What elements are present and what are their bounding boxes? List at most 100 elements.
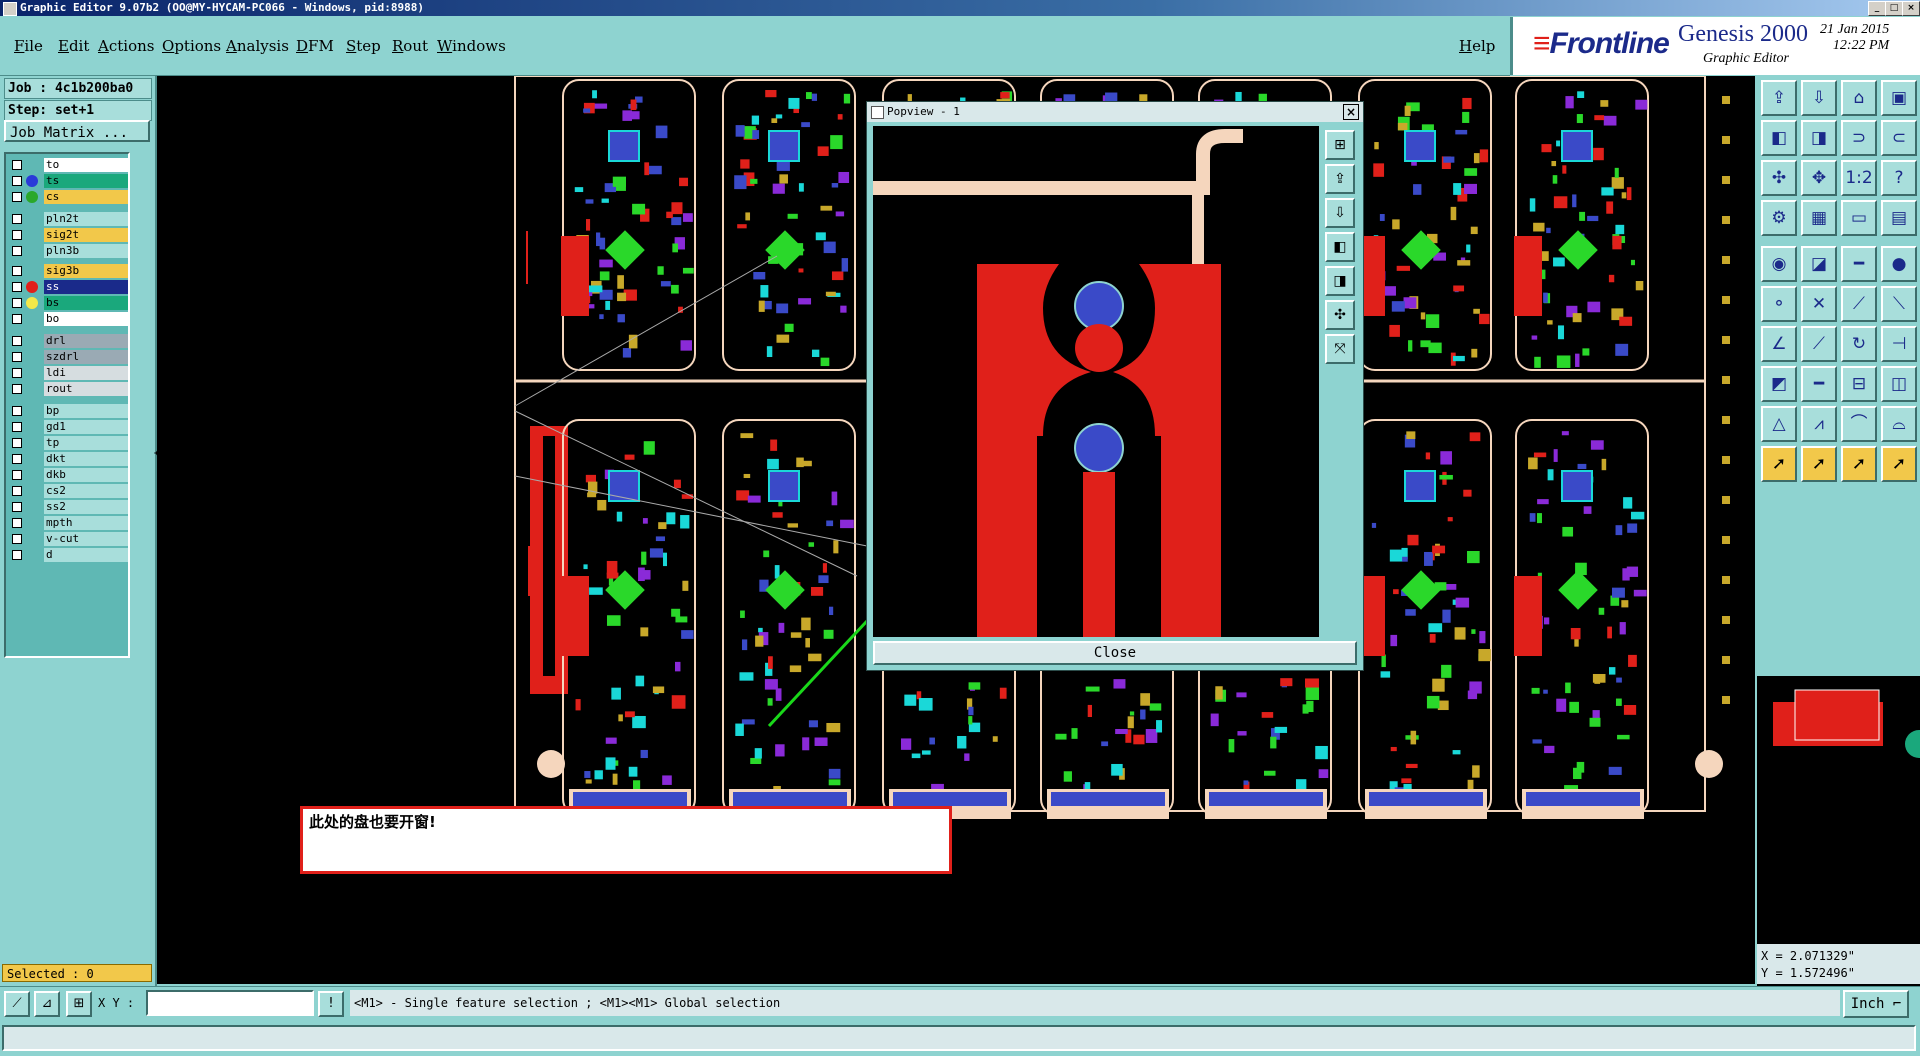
layer-row[interactable]: ldi bbox=[8, 366, 128, 380]
layer-name[interactable]: bs bbox=[44, 296, 128, 310]
layer-row[interactable]: to bbox=[8, 158, 128, 172]
layer-row[interactable]: szdrl bbox=[8, 350, 128, 364]
measure-icon[interactable]: ⊿ bbox=[34, 991, 60, 1017]
layer-checkbox[interactable] bbox=[12, 368, 22, 378]
pan-right-icon[interactable]: ◨ bbox=[1801, 120, 1837, 156]
layer-row[interactable]: v-cut bbox=[8, 532, 128, 546]
layer-row[interactable]: pln3b bbox=[8, 244, 128, 258]
layer-checkbox[interactable] bbox=[12, 266, 22, 276]
pop-center-icon[interactable]: ✣ bbox=[1325, 300, 1355, 330]
save-icon[interactable]: ⇩ bbox=[1801, 80, 1837, 116]
bridge-icon[interactable]: ⌒ bbox=[1841, 406, 1877, 442]
pad-icon[interactable]: ◉ bbox=[1761, 246, 1797, 282]
unit-selector[interactable]: Inch ⌐ bbox=[1843, 990, 1909, 1018]
layer-row[interactable]: sig3b bbox=[8, 264, 128, 278]
layers-icon[interactable]: ▤ bbox=[1881, 200, 1917, 236]
layer-name[interactable]: v-cut bbox=[44, 532, 128, 546]
menu-edit[interactable]: Edit bbox=[58, 37, 89, 55]
draw-line-icon[interactable]: ∠ bbox=[1761, 326, 1797, 362]
menu-windows[interactable]: Windows bbox=[437, 37, 506, 55]
align-icon[interactable]: ⊟ bbox=[1841, 366, 1877, 402]
maximize-button[interactable]: □ bbox=[1885, 1, 1903, 16]
layer-row[interactable]: bs bbox=[8, 296, 128, 310]
popview-close-icon[interactable]: × bbox=[1343, 104, 1359, 120]
layer-checkbox[interactable] bbox=[12, 502, 22, 512]
pop-pan-left-icon[interactable]: ◧ bbox=[1325, 232, 1355, 262]
layer-checkbox[interactable] bbox=[12, 176, 22, 186]
layer-name[interactable]: cs2 bbox=[44, 484, 128, 498]
layer-checkbox[interactable] bbox=[12, 160, 22, 170]
layer-row[interactable]: bp bbox=[8, 404, 128, 418]
slash-icon[interactable]: ⟋ bbox=[1801, 326, 1837, 362]
layer-row[interactable]: ss bbox=[8, 280, 128, 294]
layer-name[interactable]: cs bbox=[44, 190, 128, 204]
minimize-button[interactable]: _ bbox=[1868, 1, 1886, 16]
popview-close-button[interactable]: Close bbox=[873, 641, 1357, 665]
layer-row[interactable]: sig2t bbox=[8, 228, 128, 242]
layer-name[interactable]: sig3b bbox=[44, 264, 128, 278]
menu-rout[interactable]: Rout bbox=[392, 37, 428, 55]
minus-icon[interactable]: ━ bbox=[1801, 366, 1837, 402]
layer-name[interactable]: d bbox=[44, 548, 128, 562]
pick-icon[interactable]: ➚ bbox=[1841, 446, 1877, 482]
pop-pan-right-icon[interactable]: ◨ bbox=[1325, 266, 1355, 296]
layer-name[interactable]: pln3b bbox=[44, 244, 128, 258]
layer-checkbox[interactable] bbox=[12, 470, 22, 480]
pointer-icon[interactable]: ➚ bbox=[1801, 446, 1837, 482]
pop-zoom-fit-icon[interactable]: ⊞ bbox=[1325, 130, 1355, 160]
layer-row[interactable]: ss2 bbox=[8, 500, 128, 514]
multi-select-icon[interactable]: ➚ bbox=[1881, 446, 1917, 482]
layer-name[interactable]: sig2t bbox=[44, 228, 128, 242]
node-icon[interactable]: ⚬ bbox=[1761, 286, 1797, 322]
zoom-box-icon[interactable]: ⊃ bbox=[1841, 120, 1877, 156]
layer-name[interactable]: mpth bbox=[44, 516, 128, 530]
pop-zoom-in-icon[interactable]: ⇪ bbox=[1325, 164, 1355, 194]
layer-checkbox[interactable] bbox=[12, 246, 22, 256]
layer-row[interactable]: drl bbox=[8, 334, 128, 348]
select-icon[interactable]: ➚ bbox=[1761, 446, 1797, 482]
query-icon[interactable]: ? bbox=[1881, 160, 1917, 196]
layer-checkbox[interactable] bbox=[12, 550, 22, 560]
copy-icon[interactable]: ◫ bbox=[1881, 366, 1917, 402]
menu-step[interactable]: Step bbox=[346, 37, 381, 55]
layer-name[interactable]: tp bbox=[44, 436, 128, 450]
layer-name[interactable]: to bbox=[44, 158, 128, 172]
layer-checkbox[interactable] bbox=[12, 230, 22, 240]
layer-row[interactable]: mpth bbox=[8, 516, 128, 530]
layer-checkbox[interactable] bbox=[12, 352, 22, 362]
zoom-icon[interactable]: ⊂ bbox=[1881, 120, 1917, 156]
scale-icon[interactable]: 1:2 bbox=[1841, 160, 1877, 196]
layer-name[interactable]: rout bbox=[44, 382, 128, 396]
layer-row[interactable]: bo bbox=[8, 312, 128, 326]
home-icon[interactable]: ⌂ bbox=[1841, 80, 1877, 116]
layer-checkbox[interactable] bbox=[12, 314, 22, 324]
connect-icon[interactable]: ⟋ bbox=[1841, 286, 1877, 322]
layer-checkbox[interactable] bbox=[12, 518, 22, 528]
measure-icon[interactable]: ▭ bbox=[1841, 200, 1877, 236]
pop-zoom-out-icon[interactable]: ⇩ bbox=[1325, 198, 1355, 228]
layer-checkbox[interactable] bbox=[12, 192, 22, 202]
arc-icon[interactable]: ↻ bbox=[1841, 326, 1877, 362]
layer-row[interactable]: rout bbox=[8, 382, 128, 396]
layer-name[interactable]: ss2 bbox=[44, 500, 128, 514]
layer-row[interactable]: dkt bbox=[8, 452, 128, 466]
fit-icon[interactable]: ✣ bbox=[1761, 160, 1797, 196]
menu-help[interactable]: Help bbox=[1459, 37, 1495, 55]
layer-name[interactable]: bp bbox=[44, 404, 128, 418]
mirror-icon[interactable]: ◩ bbox=[1761, 366, 1797, 402]
layer-row[interactable]: cs2 bbox=[8, 484, 128, 498]
pan-left-icon[interactable]: ◧ bbox=[1761, 120, 1797, 156]
layer-checkbox[interactable] bbox=[12, 298, 22, 308]
menu-analysis[interactable]: Analysis bbox=[226, 37, 289, 55]
layer-name[interactable]: szdrl bbox=[44, 350, 128, 364]
alert-icon[interactable]: ! bbox=[318, 991, 344, 1017]
layer-row[interactable]: ts bbox=[8, 174, 128, 188]
layer-checkbox[interactable] bbox=[12, 384, 22, 394]
layer-checkbox[interactable] bbox=[12, 422, 22, 432]
cross-icon[interactable]: ✕ bbox=[1801, 286, 1837, 322]
layer-row[interactable]: tp bbox=[8, 436, 128, 450]
close-window-button[interactable]: × bbox=[1902, 1, 1920, 16]
menu-options[interactable]: Options bbox=[162, 37, 221, 55]
xy-input[interactable] bbox=[146, 990, 314, 1016]
layer-name[interactable]: ts bbox=[44, 174, 128, 188]
